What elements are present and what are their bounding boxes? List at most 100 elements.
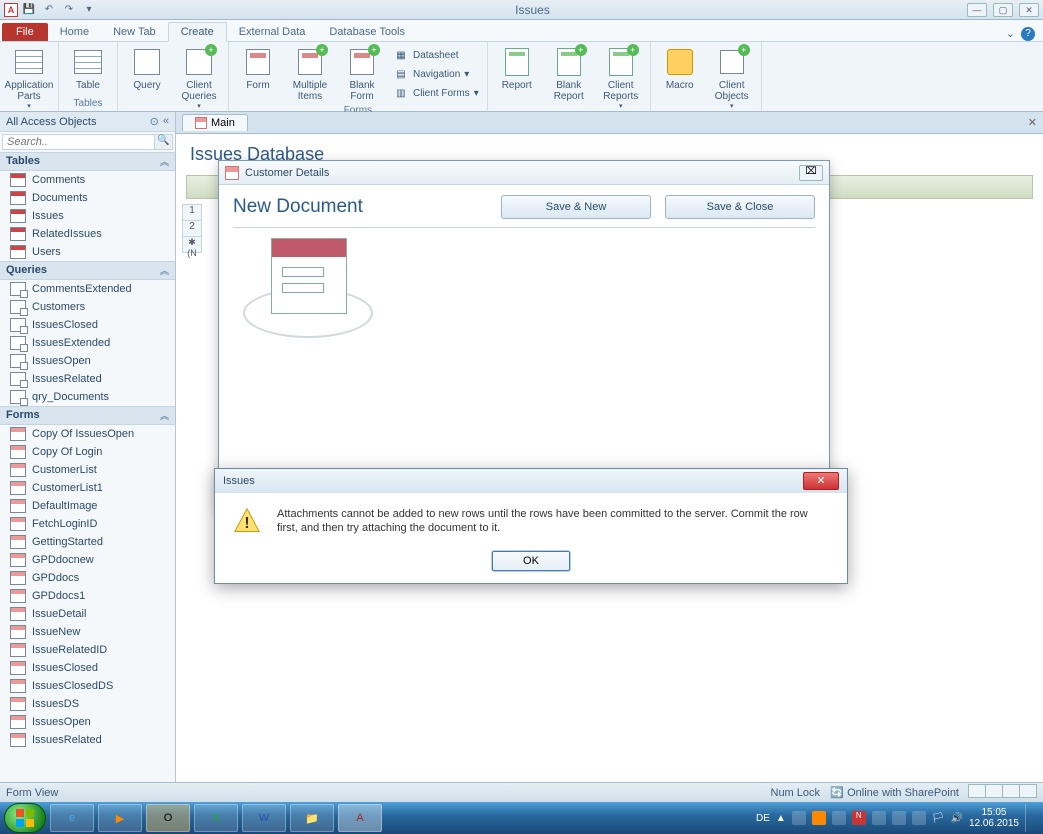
report-button[interactable]: Report: [492, 44, 542, 93]
help-icon[interactable]: ?: [1021, 27, 1035, 41]
client-objects-button[interactable]: + ClientObjects ▾: [707, 44, 757, 112]
ribbon-minimize-icon[interactable]: ⌄: [1006, 27, 1015, 41]
tray-icon[interactable]: [872, 811, 886, 825]
document-placeholder-icon[interactable]: [243, 238, 373, 338]
undo-icon[interactable]: ↶: [40, 2, 58, 18]
nav-item[interactable]: FetchLoginID: [0, 515, 175, 533]
taskbar-ie-icon[interactable]: e: [50, 804, 94, 832]
tab-external-data[interactable]: External Data: [227, 23, 318, 41]
tray-volume-icon[interactable]: 🔊: [950, 813, 962, 824]
show-desktop-button[interactable]: [1025, 804, 1033, 832]
customer-details-titlebar[interactable]: Customer Details ⌧: [219, 161, 829, 185]
alert-titlebar[interactable]: Issues ✕: [215, 469, 847, 493]
tray-lang[interactable]: DE: [756, 813, 770, 824]
taskbar-media-icon[interactable]: ▶: [98, 804, 142, 832]
tray-clock[interactable]: 15:0512.06.2015: [969, 807, 1019, 829]
nav-item[interactable]: Documents: [0, 189, 175, 207]
nav-item[interactable]: IssuesOpen: [0, 352, 175, 370]
nav-item[interactable]: GPDdocs1: [0, 587, 175, 605]
tab-home[interactable]: Home: [48, 23, 101, 41]
taskbar-excel-icon[interactable]: X: [194, 804, 238, 832]
taskbar-access-icon[interactable]: A: [338, 804, 382, 832]
nav-dropdown-icon[interactable]: ⊙: [150, 115, 159, 128]
maximize-button[interactable]: ▢: [993, 3, 1013, 17]
nav-category-tables[interactable]: Tables︽: [0, 152, 175, 171]
tab-close-icon[interactable]: ✕: [1028, 116, 1037, 129]
nav-item[interactable]: CustomerList: [0, 461, 175, 479]
nav-item[interactable]: GPDdocnew: [0, 551, 175, 569]
tray-flag-icon[interactable]: 🏳: [932, 813, 945, 824]
nav-item[interactable]: IssuesClosedDS: [0, 677, 175, 695]
nav-header[interactable]: All Access Objects ⊙ «: [0, 112, 175, 132]
redo-icon[interactable]: ↷: [60, 2, 78, 18]
save-icon[interactable]: 💾: [20, 2, 38, 18]
nav-item[interactable]: RelatedIssues: [0, 225, 175, 243]
view-switcher[interactable]: [969, 784, 1037, 801]
macro-button[interactable]: Macro: [655, 44, 705, 93]
tray-up-icon[interactable]: ▲: [776, 813, 786, 824]
blank-form-button[interactable]: + BlankForm: [337, 44, 387, 104]
row-selector-new[interactable]: ✱ (N: [182, 236, 202, 253]
search-input[interactable]: [3, 135, 154, 149]
tab-main[interactable]: Main: [182, 114, 248, 131]
navigation-button[interactable]: ▤Navigation ▾: [389, 65, 483, 83]
sharepoint-status[interactable]: 🔄 Online with SharePoint: [830, 786, 959, 800]
file-tab[interactable]: File: [2, 23, 48, 41]
qat-dropdown-icon[interactable]: ▾: [80, 2, 98, 18]
row-selector[interactable]: 1: [182, 204, 202, 221]
tray-icon[interactable]: [892, 811, 906, 825]
nav-item[interactable]: DefaultImage: [0, 497, 175, 515]
nav-item[interactable]: IssuesClosed: [0, 316, 175, 334]
nav-item[interactable]: IssueDetail: [0, 605, 175, 623]
nav-item[interactable]: Issues: [0, 207, 175, 225]
save-new-button[interactable]: Save & New: [501, 195, 651, 219]
query-button[interactable]: Query: [122, 44, 172, 93]
window-close-icon[interactable]: ⌧: [799, 165, 823, 181]
nav-item[interactable]: IssuesClosed: [0, 659, 175, 677]
client-queries-button[interactable]: + ClientQueries ▾: [174, 44, 224, 112]
multiple-items-button[interactable]: + MultipleItems: [285, 44, 335, 104]
taskbar-outlook-icon[interactable]: O: [146, 804, 190, 832]
nav-item[interactable]: qry_Documents: [0, 388, 175, 406]
tray-icon[interactable]: [812, 811, 826, 825]
nav-item[interactable]: IssuesRelated: [0, 731, 175, 749]
table-button[interactable]: Table: [63, 44, 113, 93]
nav-item[interactable]: IssuesOpen: [0, 713, 175, 731]
tab-newtab[interactable]: New Tab: [101, 23, 168, 41]
nav-item[interactable]: IssueRelatedID: [0, 641, 175, 659]
nav-item[interactable]: IssuesDS: [0, 695, 175, 713]
start-button[interactable]: [4, 803, 46, 833]
tab-database-tools[interactable]: Database Tools: [317, 23, 417, 41]
search-icon[interactable]: 🔍: [154, 135, 172, 149]
nav-item[interactable]: CommentsExtended: [0, 280, 175, 298]
nav-category-queries[interactable]: Queries︽: [0, 261, 175, 280]
nav-collapse-icon[interactable]: «: [163, 115, 169, 128]
ok-button[interactable]: OK: [492, 551, 570, 571]
close-button[interactable]: ✕: [1019, 3, 1039, 17]
nav-item[interactable]: Copy Of Login: [0, 443, 175, 461]
tab-create[interactable]: Create: [168, 22, 227, 42]
tray-icon[interactable]: [832, 811, 846, 825]
nav-item[interactable]: GPDdocs: [0, 569, 175, 587]
nav-category-forms[interactable]: Forms︽: [0, 406, 175, 425]
nav-item[interactable]: Comments: [0, 171, 175, 189]
nav-item[interactable]: IssueNew: [0, 623, 175, 641]
nav-item[interactable]: GettingStarted: [0, 533, 175, 551]
row-selector[interactable]: 2: [182, 220, 202, 237]
nav-item[interactable]: Copy Of IssuesOpen: [0, 425, 175, 443]
nav-item[interactable]: IssuesRelated: [0, 370, 175, 388]
tray-icon[interactable]: N: [852, 811, 866, 825]
form-button[interactable]: Form: [233, 44, 283, 93]
minimize-button[interactable]: —: [967, 3, 987, 17]
tray-icon[interactable]: [792, 811, 806, 825]
nav-item[interactable]: Users: [0, 243, 175, 261]
alert-close-icon[interactable]: ✕: [803, 472, 839, 490]
taskbar-word-icon[interactable]: W: [242, 804, 286, 832]
nav-item[interactable]: CustomerList1: [0, 479, 175, 497]
taskbar-explorer-icon[interactable]: 📁: [290, 804, 334, 832]
datasheet-button[interactable]: ▦Datasheet: [389, 46, 483, 64]
blank-report-button[interactable]: + BlankReport: [544, 44, 594, 104]
save-close-button[interactable]: Save & Close: [665, 195, 815, 219]
client-reports-button[interactable]: + ClientReports ▾: [596, 44, 646, 112]
client-forms-button[interactable]: ▥Client Forms ▾: [389, 84, 483, 102]
